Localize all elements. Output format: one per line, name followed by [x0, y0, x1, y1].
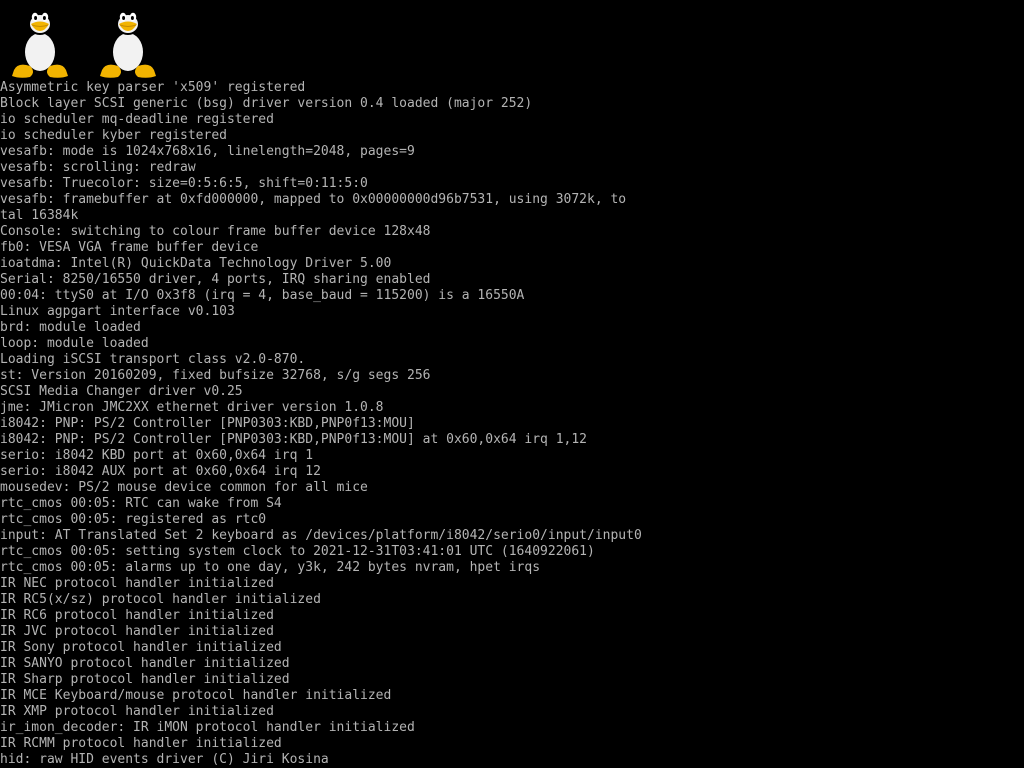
tux-penguin-icon — [0, 0, 80, 80]
kernel-log-line: Asymmetric key parser 'x509' registered — [0, 80, 306, 95]
kernel-log-line: vesafb: framebuffer at 0xfd000000, mappe… — [0, 192, 627, 207]
kernel-log-line: vesafb: mode is 1024x768x16, linelength=… — [0, 144, 415, 159]
kernel-log-line: ir_imon_decoder: IR iMON protocol handle… — [0, 720, 415, 735]
kernel-log-line: brd: module loaded — [0, 320, 141, 335]
kernel-log-line: IR RC6 protocol handler initialized — [0, 608, 274, 623]
kernel-log-line: rtc_cmos 00:05: RTC can wake from S4 — [0, 496, 282, 511]
kernel-log-line: io scheduler mq-deadline registered — [0, 112, 274, 127]
kernel-log-line: vesafb: Truecolor: size=0:5:6:5, shift=0… — [0, 176, 368, 191]
boot-logo-bar — [0, 0, 1024, 80]
kernel-log-line: Console: switching to colour frame buffe… — [0, 224, 431, 239]
kernel-log-line: Block layer SCSI generic (bsg) driver ve… — [0, 96, 533, 111]
tux-penguin-icon — [88, 0, 168, 80]
kernel-log-line: Linux agpgart interface v0.103 — [0, 304, 235, 319]
kernel-log-line: st: Version 20160209, fixed bufsize 3276… — [0, 368, 431, 383]
kernel-log-line: hid: raw HID events driver (C) Jiri Kosi… — [0, 752, 329, 767]
kernel-log-line: mousedev: PS/2 mouse device common for a… — [0, 480, 368, 495]
kernel-log-line: vesafb: scrolling: redraw — [0, 160, 196, 175]
kernel-log-line: loop: module loaded — [0, 336, 149, 351]
kernel-log-line: Loading iSCSI transport class v2.0-870. — [0, 352, 306, 367]
kernel-log-line: jme: JMicron JMC2XX ethernet driver vers… — [0, 400, 384, 415]
kernel-log-line: IR MCE Keyboard/mouse protocol handler i… — [0, 688, 392, 703]
kernel-log-line: io scheduler kyber registered — [0, 128, 227, 143]
kernel-log: Asymmetric key parser 'x509' registered B… — [0, 80, 1024, 768]
kernel-log-line: ioatdma: Intel(R) QuickData Technology D… — [0, 256, 392, 271]
kernel-log-line: i8042: PNP: PS/2 Controller [PNP0303:KBD… — [0, 432, 587, 447]
kernel-log-line: tal 16384k — [0, 208, 79, 223]
kernel-log-line: rtc_cmos 00:05: alarms up to one day, y3… — [0, 560, 541, 575]
kernel-log-line: input: AT Translated Set 2 keyboard as /… — [0, 528, 642, 543]
kernel-log-line: rtc_cmos 00:05: registered as rtc0 — [0, 512, 267, 527]
kernel-log-line: SCSI Media Changer driver v0.25 — [0, 384, 243, 399]
kernel-log-line: serio: i8042 AUX port at 0x60,0x64 irq 1… — [0, 464, 321, 479]
console-screen: Asymmetric key parser 'x509' registered B… — [0, 0, 1024, 768]
kernel-log-line: IR XMP protocol handler initialized — [0, 704, 274, 719]
kernel-log-line: IR RC5(x/sz) protocol handler initialize… — [0, 592, 321, 607]
kernel-log-line: IR RCMM protocol handler initialized — [0, 736, 282, 751]
kernel-log-line: IR JVC protocol handler initialized — [0, 624, 274, 639]
kernel-log-line: Serial: 8250/16550 driver, 4 ports, IRQ … — [0, 272, 431, 287]
kernel-log-line: fb0: VESA VGA frame buffer device — [0, 240, 259, 255]
kernel-log-line: IR Sharp protocol handler initialized — [0, 672, 290, 687]
kernel-log-line: IR Sony protocol handler initialized — [0, 640, 282, 655]
kernel-log-line: i8042: PNP: PS/2 Controller [PNP0303:KBD… — [0, 416, 415, 431]
kernel-log-line: IR SANYO protocol handler initialized — [0, 656, 290, 671]
kernel-log-line: serio: i8042 KBD port at 0x60,0x64 irq 1 — [0, 448, 314, 463]
kernel-log-line: rtc_cmos 00:05: setting system clock to … — [0, 544, 595, 559]
kernel-log-line: 00:04: ttyS0 at I/O 0x3f8 (irq = 4, base… — [0, 288, 525, 303]
kernel-log-line: IR NEC protocol handler initialized — [0, 576, 274, 591]
